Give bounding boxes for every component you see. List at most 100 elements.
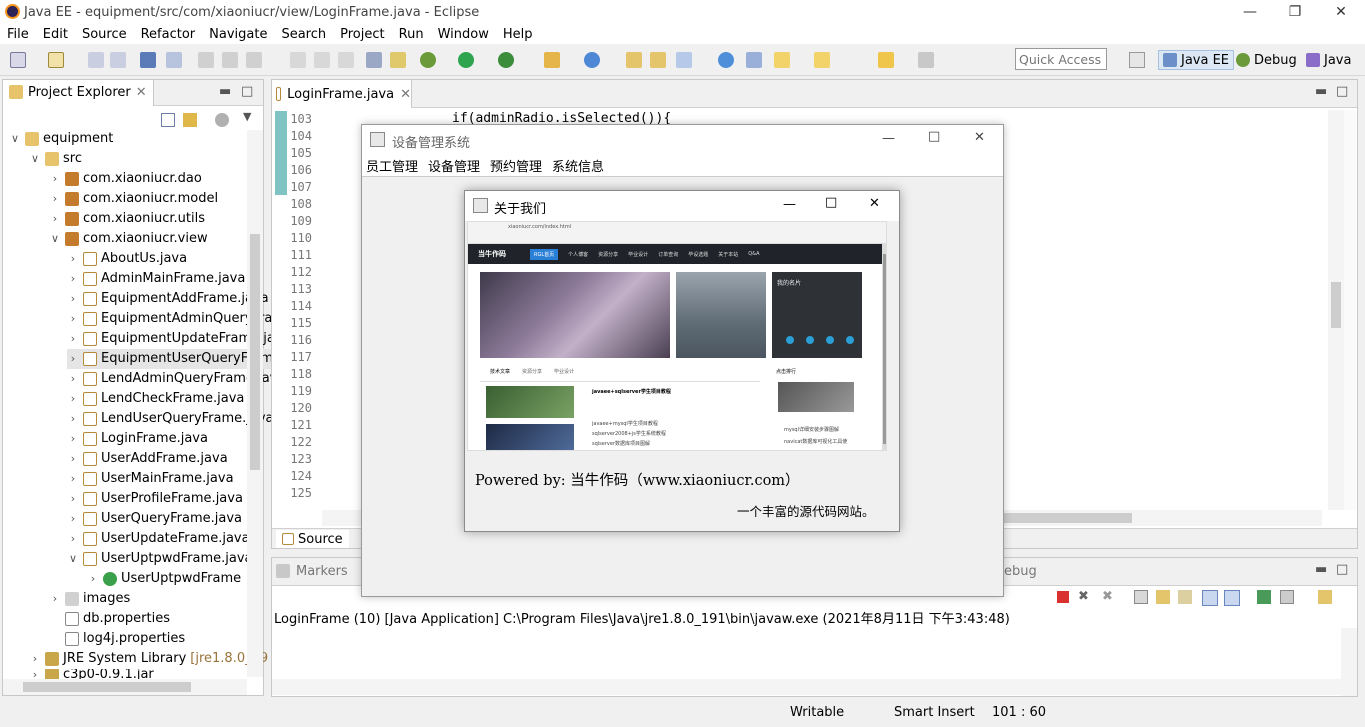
suspend-icon[interactable]: [222, 52, 238, 68]
coverage-icon[interactable]: [498, 52, 514, 68]
perspective-java[interactable]: Java: [1306, 50, 1351, 70]
console-hscroll[interactable]: [272, 679, 1341, 695]
scroll-lock-icon[interactable]: [1156, 590, 1170, 604]
tree-project[interactable]: ∨ equipment: [9, 129, 113, 149]
save-all-icon[interactable]: [110, 52, 126, 68]
close-icon[interactable]: ✕: [1318, 0, 1364, 24]
menu-refactor[interactable]: Refactor: [134, 27, 203, 42]
pin-console-icon[interactable]: [1257, 590, 1271, 604]
menu-file[interactable]: File: [0, 27, 36, 42]
minimize-view-icon[interactable]: ▬: [219, 84, 231, 99]
tab-loginframe[interactable]: LoginFrame.java ✕: [272, 80, 412, 108]
explorer-vscroll[interactable]: [247, 130, 263, 677]
tree-file[interactable]: › UserMainFrame.java: [67, 469, 234, 489]
tree-file[interactable]: › EquipmentAddFrame.java: [67, 289, 269, 309]
open-console-icon[interactable]: [1318, 590, 1332, 604]
expand-icon[interactable]: ∨: [29, 149, 41, 169]
console-vscroll[interactable]: [1341, 628, 1357, 696]
step-over-icon[interactable]: [314, 52, 330, 68]
close-icon[interactable]: ✕: [974, 130, 985, 145]
maximize-icon[interactable]: □: [825, 195, 837, 210]
new-project-icon[interactable]: [48, 52, 64, 68]
tab-project-explorer[interactable]: Project Explorer ✕: [3, 80, 154, 106]
open-perspective-icon[interactable]: [1129, 52, 1145, 68]
filters-icon[interactable]: [215, 113, 229, 127]
tree-file[interactable]: › UserAddFrame.java: [67, 449, 228, 469]
tree-jre[interactable]: › JRE System Library [jre1.8.0_19: [29, 649, 268, 669]
remove-all-icon[interactable]: ✖: [1102, 589, 1113, 604]
external-tools-icon[interactable]: [544, 52, 560, 68]
debug-icon[interactable]: [420, 52, 436, 68]
close-icon[interactable]: ✕: [869, 196, 880, 211]
tree-file[interactable]: › AboutUs.java: [67, 249, 187, 269]
maximize-view-icon[interactable]: □: [1336, 84, 1348, 99]
open-task-icon[interactable]: [650, 52, 666, 68]
collapse-icon[interactable]: ›: [49, 189, 61, 209]
step-into-icon[interactable]: [290, 52, 306, 68]
save-icon[interactable]: [88, 52, 104, 68]
console-icon[interactable]: [140, 52, 156, 68]
tree-file[interactable]: › AdminMainFrame.java: [67, 269, 245, 289]
view-menu-icon[interactable]: ▼: [243, 110, 251, 123]
tree-log4j[interactable]: log4j.properties: [49, 629, 185, 649]
skip-breakpoints-icon[interactable]: [166, 52, 182, 68]
tree-file[interactable]: › LoginFrame.java: [67, 429, 208, 449]
tree-file[interactable]: › UserProfileFrame.java: [67, 489, 243, 509]
web-browser-icon[interactable]: [718, 52, 734, 68]
minimize-icon[interactable]: —: [882, 131, 895, 146]
show-stdout-icon[interactable]: [1202, 590, 1218, 606]
scroll-thumb[interactable]: [23, 682, 191, 692]
close-tab-icon[interactable]: ✕: [400, 87, 411, 102]
perspective-javaee[interactable]: Java EE: [1158, 50, 1235, 70]
tree-package-view[interactable]: ∨ com.xiaoniucr.view: [49, 229, 208, 249]
tab-source[interactable]: Source: [276, 530, 349, 548]
server-publish-icon[interactable]: [390, 52, 406, 68]
menu-edit[interactable]: Edit: [36, 27, 75, 42]
terminate-icon[interactable]: [246, 52, 262, 68]
tab-markers[interactable]: Markers: [276, 564, 348, 579]
menu-staff[interactable]: 员工管理: [366, 156, 418, 175]
link-editor-icon[interactable]: [183, 113, 197, 127]
server-icon[interactable]: [366, 52, 382, 68]
tree-file[interactable]: › UserUpdateFrame.java: [67, 529, 250, 549]
tree-package-dao[interactable]: › com.xiaoniucr.dao: [49, 169, 202, 189]
editor-vscroll[interactable]: [1328, 110, 1344, 510]
search-icon[interactable]: [676, 52, 692, 68]
maximize-icon[interactable]: □: [928, 129, 940, 144]
display-console-icon[interactable]: [1280, 590, 1294, 604]
collapse-all-icon[interactable]: [161, 113, 175, 127]
back-icon[interactable]: [878, 52, 894, 68]
expand-icon[interactable]: ∨: [9, 129, 21, 149]
step-return-icon[interactable]: [338, 52, 354, 68]
menu-source[interactable]: Source: [75, 27, 134, 42]
menu-equipment[interactable]: 设备管理: [428, 156, 480, 175]
menu-navigate[interactable]: Navigate: [202, 27, 274, 42]
maximize-view-icon[interactable]: □: [1336, 562, 1348, 577]
perspective-debug[interactable]: Debug: [1236, 50, 1297, 70]
word-wrap-icon[interactable]: [1178, 590, 1192, 604]
toggle-mark-icon[interactable]: [746, 52, 762, 68]
explorer-hscroll[interactable]: [3, 679, 247, 695]
show-stderr-icon[interactable]: [1224, 590, 1240, 606]
tree-file[interactable]: › UserQueryFrame.java: [67, 509, 242, 529]
menu-run[interactable]: Run: [392, 27, 431, 42]
minimize-icon[interactable]: —: [783, 197, 796, 212]
prev-annotation-icon[interactable]: [814, 52, 830, 68]
scroll-thumb[interactable]: [250, 234, 260, 470]
close-tab-icon[interactable]: ✕: [136, 85, 147, 106]
clear-console-icon[interactable]: [1134, 590, 1148, 604]
forward-icon[interactable]: [918, 52, 934, 68]
minimize-view-icon[interactable]: ▬: [1315, 562, 1327, 577]
scroll-thumb[interactable]: [1331, 282, 1341, 328]
next-annotation-icon[interactable]: [774, 52, 790, 68]
tree-src[interactable]: ∨ src: [29, 149, 82, 169]
tree-file[interactable]: › LendUserQueryFrame.java: [67, 409, 274, 429]
tree-package-utils[interactable]: › com.xiaoniucr.utils: [49, 209, 205, 229]
run-icon[interactable]: [458, 52, 474, 68]
menu-project[interactable]: Project: [333, 27, 391, 42]
tree-file[interactable]: › LendCheckFrame.java: [67, 389, 244, 409]
restore-icon[interactable]: ❐: [1272, 0, 1318, 24]
menu-system-info[interactable]: 系统信息: [552, 156, 604, 175]
menu-help[interactable]: Help: [496, 27, 540, 42]
menu-window[interactable]: Window: [431, 27, 496, 42]
